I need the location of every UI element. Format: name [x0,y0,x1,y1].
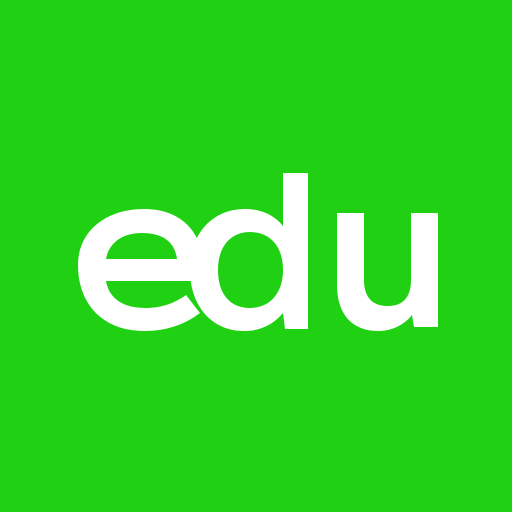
logo-letter-e [78,209,204,331]
logo-letter-d [190,173,308,331]
edu-logo [78,173,438,331]
logo-letter-u [337,213,438,331]
app-icon-tile [0,0,512,512]
